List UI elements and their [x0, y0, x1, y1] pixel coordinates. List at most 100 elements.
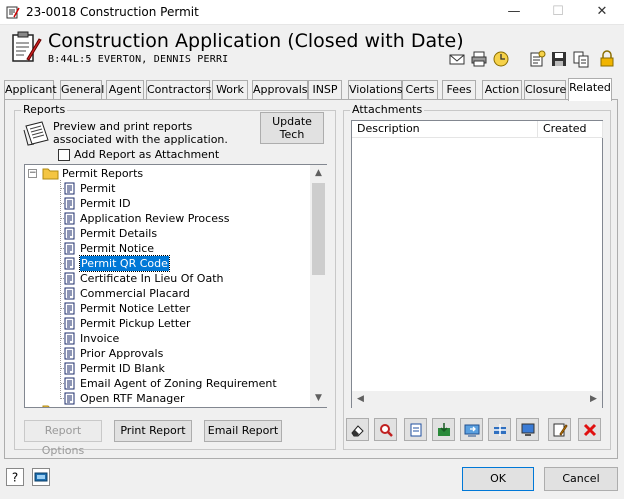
tab-work[interactable]: Work	[212, 80, 248, 100]
report-document-icon	[64, 227, 75, 240]
report-document-icon	[64, 287, 75, 300]
tab-agent[interactable]: Agent	[106, 80, 144, 100]
tree-report-label: Permit ID	[80, 197, 131, 210]
tab-applicant[interactable]: Applicant	[4, 80, 57, 100]
keyboard-icon	[34, 472, 48, 482]
folder-icon	[42, 168, 59, 180]
attachments-list[interactable]: Description Created ◀ ▶	[351, 120, 603, 408]
tab-contractors[interactable]: Contractors	[146, 80, 211, 100]
email-report-button[interactable]: Email Report	[204, 420, 282, 442]
close-button[interactable]: ✕	[580, 0, 624, 25]
newspaper-icon	[23, 121, 49, 146]
eraser-icon	[351, 425, 364, 437]
scan-button[interactable]	[488, 418, 511, 441]
tab-general[interactable]: General	[60, 80, 104, 100]
tree-report-label: Permit Notice	[80, 242, 155, 255]
tree-report-label: Invoice	[80, 332, 120, 345]
tree-report-label: Permit QR Code	[79, 255, 170, 272]
tree-report-label: Permit Notice Letter	[80, 302, 191, 315]
folder-icon	[42, 405, 50, 407]
help-button[interactable]: ?	[6, 468, 24, 486]
view-icon	[410, 423, 422, 437]
clipboard-pen-icon	[12, 31, 42, 62]
report-document-icon	[64, 332, 75, 345]
column-header-created[interactable]: Created	[538, 121, 603, 138]
window-title: 23-0018 Construction Permit	[26, 5, 199, 19]
report-document-icon	[64, 182, 75, 195]
scan-icon	[494, 424, 506, 436]
view-button[interactable]	[404, 418, 427, 441]
tab-strip: Applicant General Agent Contractors Work…	[4, 78, 620, 101]
update-tech-button[interactable]: Update Tech	[260, 112, 324, 144]
edit-button[interactable]	[548, 418, 571, 441]
parcel-owner-label: B:44L:5 EVERTON, DENNIS PERRI	[48, 54, 229, 65]
scroll-thumb[interactable]	[312, 183, 325, 275]
save-icon	[438, 423, 450, 436]
tab-certs[interactable]: Certs	[402, 80, 438, 100]
app-icon	[6, 6, 20, 19]
notes-icon[interactable]	[528, 50, 546, 68]
attachments-horizontal-scrollbar[interactable]: ◀ ▶	[352, 391, 602, 408]
scroll-left-icon[interactable]: ◀	[352, 391, 369, 408]
save-icon[interactable]	[550, 50, 568, 68]
tab-insp[interactable]: INSP	[308, 80, 342, 100]
import-icon	[464, 424, 480, 437]
report-document-icon	[64, 347, 75, 360]
title-bar: 23-0018 Construction Permit — ☐ ✕	[0, 0, 624, 25]
scroll-right-icon[interactable]: ▶	[585, 391, 602, 408]
tree-report-label: Permit	[80, 182, 116, 195]
scroll-down-icon[interactable]: ▼	[310, 390, 327, 407]
tree-report-label: Application Review Process	[80, 212, 230, 225]
keyboard-button[interactable]	[32, 468, 50, 486]
import-button[interactable]	[460, 418, 483, 441]
minimize-button[interactable]: —	[492, 0, 536, 25]
report-document-icon	[64, 242, 75, 255]
reports-vertical-scrollbar[interactable]: ▲ ▼	[310, 165, 327, 407]
tree-report-label: Permit Details	[80, 227, 158, 240]
report-document-icon	[64, 392, 75, 405]
add-attachment-label: Add Report as Attachment	[74, 148, 220, 161]
reports-description: Preview and print reports associated wit…	[53, 120, 228, 146]
copy-icon[interactable]	[572, 50, 590, 68]
report-document-icon	[64, 302, 75, 315]
tab-fees[interactable]: Fees	[442, 80, 476, 100]
tree-folder-label: Permit Reports	[62, 167, 144, 180]
cancel-label: Cancel	[562, 472, 600, 485]
tree-connector	[60, 180, 61, 399]
report-document-icon	[64, 362, 75, 375]
monitor-button[interactable]	[516, 418, 539, 441]
tree-report-label: Certificate In Lieu Of Oath	[80, 272, 224, 285]
tab-related[interactable]: Related	[568, 78, 612, 101]
report-document-icon	[64, 317, 75, 330]
monitor-icon	[521, 423, 535, 436]
report-options-button[interactable]: Report Options	[24, 420, 102, 457]
cancel-button[interactable]: Cancel	[544, 467, 618, 491]
eraser-button[interactable]	[346, 418, 369, 441]
report-document-icon	[64, 377, 75, 390]
report-document-icon	[64, 272, 75, 285]
maximize-button[interactable]: ☐	[536, 0, 580, 25]
scroll-up-icon[interactable]: ▲	[310, 165, 327, 182]
tab-closure[interactable]: Closure	[524, 80, 566, 100]
tree-report-label: Commercial Placard	[80, 287, 190, 300]
find-button[interactable]	[374, 418, 397, 441]
svg-text:?: ?	[12, 471, 18, 485]
tab-approvals[interactable]: Approvals	[252, 80, 308, 100]
delete-button[interactable]	[578, 418, 601, 441]
column-header-description[interactable]: Description	[352, 121, 538, 138]
lock-icon[interactable]	[598, 50, 616, 68]
save-attachment-button[interactable]	[432, 418, 455, 441]
tab-violations[interactable]: Violations	[348, 80, 403, 100]
ok-button[interactable]: OK	[462, 467, 534, 491]
print-report-button[interactable]: Print Report	[114, 420, 192, 442]
print-icon[interactable]	[470, 50, 488, 68]
collapse-icon[interactable]: −	[28, 169, 37, 178]
clock-icon[interactable]	[492, 50, 510, 68]
reports-tree[interactable]: − Permit Reports Permit Permit ID Applicat…	[24, 164, 327, 408]
page-title: Construction Application (Closed with Da…	[48, 30, 464, 52]
mail-icon[interactable]	[448, 50, 466, 68]
add-attachment-checkbox[interactable]	[58, 149, 70, 161]
tree-report-label: Permit ID Blank	[80, 362, 165, 375]
tab-action[interactable]: Action	[482, 80, 522, 100]
ok-label: OK	[490, 472, 506, 485]
